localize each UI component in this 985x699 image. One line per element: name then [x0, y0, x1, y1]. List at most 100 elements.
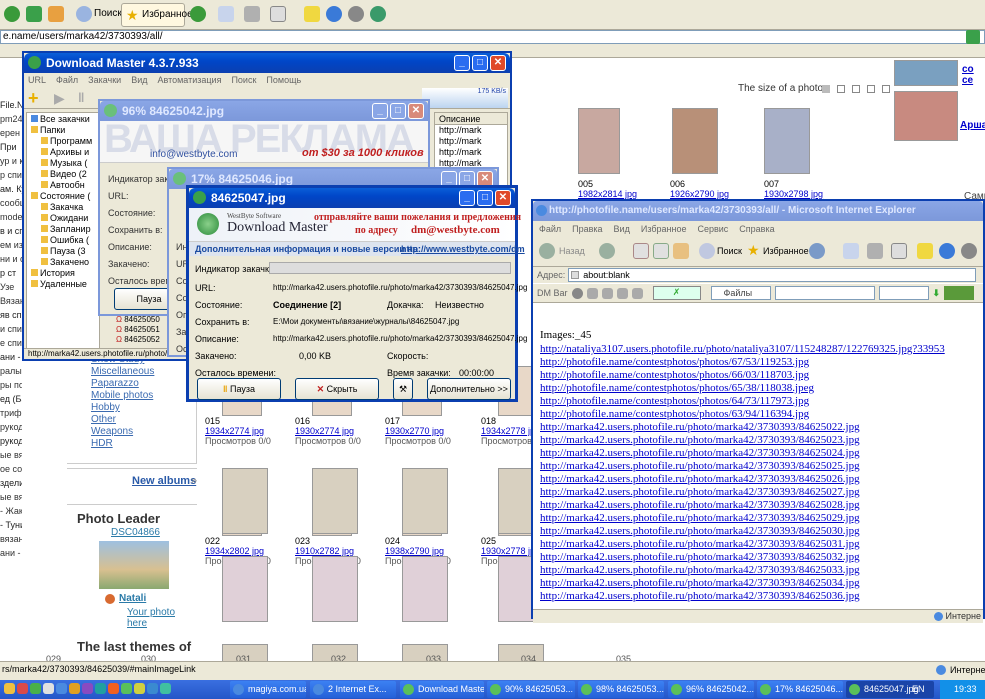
tool-icon[interactable] [616, 287, 628, 299]
shield-icon[interactable] [961, 243, 977, 259]
maximize-button[interactable]: □ [390, 103, 406, 119]
category-link[interactable]: HDR [91, 438, 113, 449]
edit-icon[interactable] [891, 243, 907, 259]
tree-item[interactable]: Автообн [31, 180, 99, 191]
quicklaunch-icon[interactable] [147, 683, 158, 694]
menu-item[interactable]: Помощь [266, 75, 301, 85]
menu-item[interactable]: Закачки [88, 75, 121, 85]
quicklaunch-icon[interactable] [160, 683, 171, 694]
quicklaunch-icon[interactable] [4, 683, 15, 694]
pause-icon[interactable]: ‖ [78, 90, 84, 105]
tool-icon[interactable] [631, 287, 643, 299]
tree-item[interactable]: Ожидани [31, 213, 99, 224]
quicklaunch-icon[interactable] [82, 683, 93, 694]
menu-item[interactable]: Вид [131, 75, 147, 85]
category-link[interactable]: Mobile photos [91, 390, 153, 401]
shield-icon[interactable] [348, 6, 364, 22]
image-link[interactable]: http://marka42.users.photofile.ru/photo/… [540, 421, 983, 434]
taskbar-item[interactable]: magiya.com.ua... [230, 681, 306, 698]
note-icon[interactable] [917, 243, 933, 259]
taskbar-item[interactable]: 98% 84625053... [578, 681, 664, 698]
quicklaunch-icon[interactable] [17, 683, 28, 694]
new-albums-link[interactable]: New albums [132, 475, 196, 487]
favorites-button[interactable]: Избранное [763, 246, 809, 256]
image-link[interactable]: http://marka42.users.photofile.ru/photo/… [540, 447, 983, 460]
refresh-icon[interactable] [653, 243, 669, 259]
image-link[interactable]: http://photofile.name/contestphotos/phot… [540, 408, 983, 421]
messenger-icon[interactable] [326, 6, 342, 22]
menu-item[interactable]: Поиск [231, 75, 256, 85]
category-link[interactable]: Other [91, 414, 116, 425]
image-link[interactable]: http://marka42.users.photofile.ru/photo/… [540, 460, 983, 473]
quicklaunch-icon[interactable] [30, 683, 41, 694]
tree-item[interactable]: Архивы и [31, 147, 99, 158]
image-link[interactable]: http://photofile.name/contestphotos/phot… [540, 356, 983, 369]
leader-photo[interactable] [99, 541, 169, 589]
side-link-2[interactable]: Арша [960, 120, 985, 131]
note-icon[interactable] [304, 6, 320, 22]
tree-item[interactable]: История [31, 268, 99, 279]
thumb-size[interactable]: 1938x2790 jpg [385, 546, 451, 556]
leader-user[interactable]: Natali [119, 593, 146, 604]
quicklaunch-icon[interactable] [69, 683, 80, 694]
quicklaunch-icon[interactable] [43, 683, 54, 694]
print-icon[interactable] [867, 243, 883, 259]
quicklaunch-icon[interactable] [108, 683, 119, 694]
thumb[interactable] [402, 468, 448, 534]
menu-item[interactable]: Правка [572, 224, 602, 234]
image-link[interactable]: http://marka42.users.photofile.ru/photo/… [540, 486, 983, 499]
stop-icon[interactable] [633, 243, 649, 259]
tree-item[interactable]: Закачка [31, 202, 99, 213]
tool-icon[interactable] [601, 287, 613, 299]
tools-button[interactable]: ⚒ [393, 378, 413, 400]
add-icon[interactable]: + [28, 88, 39, 109]
info-link[interactable]: http://www.westbyte.com/dm [401, 242, 525, 256]
menu-item[interactable]: Файл [539, 224, 561, 234]
edit-icon[interactable] [270, 6, 286, 22]
pause-button[interactable]: ‖ Пауза [197, 378, 281, 400]
tree-item[interactable]: Пауза (3 [31, 246, 99, 257]
menu-item[interactable]: Файл [56, 75, 78, 85]
dm4-titlebar[interactable]: 84625047.jpg _ □ ✕ [189, 188, 515, 208]
minimize-button[interactable]: _ [459, 190, 475, 206]
image-link[interactable]: http://marka42.users.photofile.ru/photo/… [540, 551, 983, 564]
minimize-button[interactable]: _ [372, 103, 388, 119]
back-icon[interactable] [4, 6, 20, 22]
tree-item[interactable]: Удаленные [31, 279, 99, 290]
taskbar-item[interactable]: 96% 84625042... [668, 681, 754, 698]
thumb[interactable] [222, 556, 268, 622]
image-link[interactable]: http://marka42.users.photofile.ru/photo/… [540, 525, 983, 538]
image-link[interactable]: http://photofile.name/contestphotos/phot… [540, 395, 983, 408]
back-icon[interactable] [539, 243, 555, 259]
home-icon[interactable] [48, 6, 64, 22]
side-link[interactable]: со се [962, 64, 985, 86]
leader-photo-name[interactable]: DSC04866 [111, 527, 160, 538]
quicklaunch-icon[interactable] [56, 683, 67, 694]
dm-icon[interactable] [571, 287, 583, 299]
more-button[interactable]: Дополнительно >> [427, 378, 511, 400]
language-indicator[interactable]: EN [912, 680, 925, 699]
tree-item[interactable]: Запланир [31, 224, 99, 235]
print-icon[interactable] [244, 6, 260, 22]
history-icon[interactable] [190, 6, 206, 22]
go-icon[interactable] [966, 30, 980, 44]
dm2-titlebar[interactable]: 96% 84625042.jpg _ □ ✕ [100, 101, 428, 121]
mail-icon[interactable] [843, 243, 859, 259]
quicklaunch-icon[interactable] [95, 683, 106, 694]
menu-item[interactable]: Автоматизация [158, 75, 222, 85]
close-button[interactable]: ✕ [495, 190, 511, 206]
side-avatar-1[interactable] [894, 60, 958, 86]
dm2-banner[interactable]: ВАША РЕКЛАМА info@westbyte.com от $30 за… [100, 121, 428, 163]
image-link[interactable]: http://marka42.users.photofile.ru/photo/… [540, 434, 983, 447]
history-icon[interactable] [809, 243, 825, 259]
thumb[interactable] [312, 556, 358, 622]
play-icon[interactable]: ▶ [54, 90, 65, 107]
tree-item[interactable]: Видео (2 [31, 169, 99, 180]
tree-item[interactable]: Папки [31, 125, 99, 136]
maximize-button[interactable]: □ [477, 190, 493, 206]
address-input[interactable]: about:blank [568, 268, 977, 282]
taskbar-item[interactable]: 17% 84625046... [757, 681, 843, 698]
download-arrow-icon[interactable]: ⬇ [933, 288, 941, 299]
menu-item[interactable]: Сервис [697, 224, 728, 234]
category-link[interactable]: Miscellaneous [91, 366, 154, 377]
